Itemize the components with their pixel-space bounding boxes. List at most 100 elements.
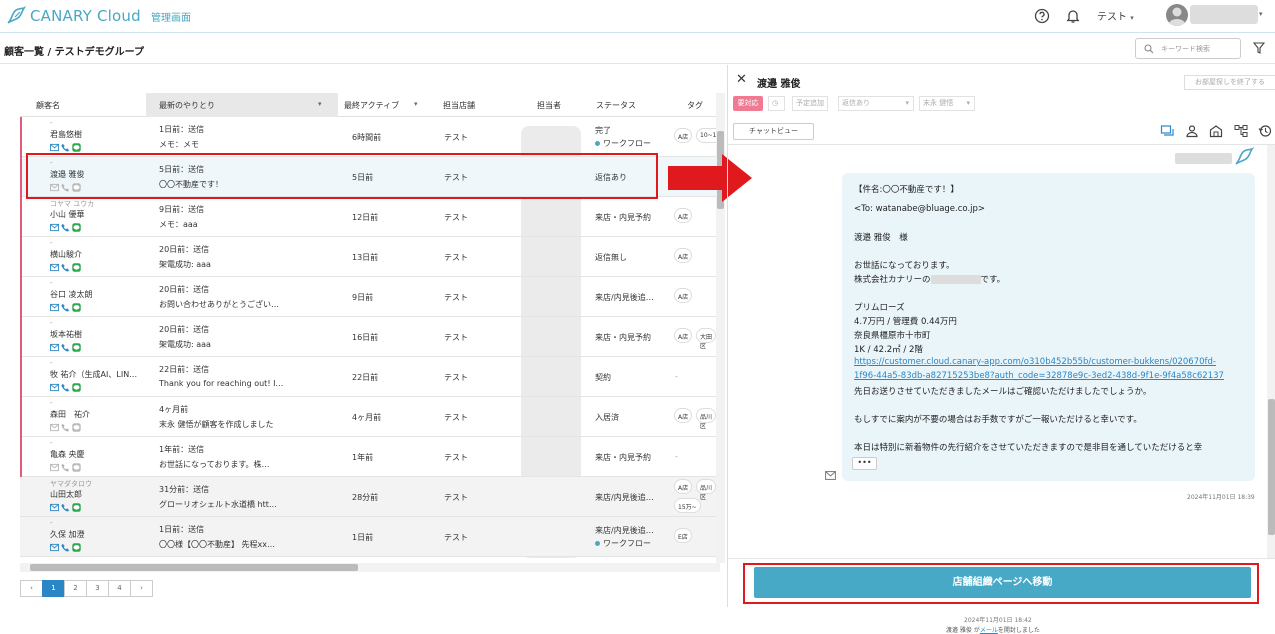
customer-name[interactable]: 久保 加澄: [50, 529, 85, 540]
col-header-latest[interactable]: 最新のやりとり: [159, 100, 215, 111]
customer-name[interactable]: 森田 祐介: [50, 409, 90, 420]
table-row[interactable]: - 久保 加澄 1日前：送信 〇〇様【〇〇不動産】 先程xx… 1日前 テスト 来店/内見…: [20, 517, 716, 557]
col-header-name[interactable]: 顧客名: [36, 100, 60, 111]
page-next-button[interactable]: ›: [130, 580, 153, 597]
col-header-status[interactable]: ステータス: [596, 100, 636, 111]
line-icon[interactable]: [72, 343, 81, 352]
phone-icon[interactable]: [61, 503, 70, 512]
filter-icon[interactable]: [1253, 42, 1265, 54]
sort-desc-icon[interactable]: ▾: [318, 100, 322, 108]
customer-name[interactable]: 亀森 央慶: [50, 449, 85, 460]
line-icon[interactable]: [72, 303, 81, 312]
phone-icon[interactable]: [61, 543, 70, 552]
mail-icon[interactable]: [50, 543, 59, 552]
user-menu[interactable]: テスト ▾: [1097, 8, 1134, 23]
table-row[interactable]: - 横山駿介 20日前：送信 架電成功: aaa 13日前 テスト 返信無し A店: [20, 237, 716, 277]
status-badge[interactable]: 要対応: [733, 96, 763, 111]
mail-icon[interactable]: [50, 223, 59, 232]
timer-button[interactable]: ◷: [768, 96, 785, 111]
mail-icon: [825, 471, 836, 480]
table-row[interactable]: - 君島悠樹 1日前：送信 メモ：メモ 6時間前 テスト 完了 ワークフロー A店 10~12: [20, 117, 725, 157]
mail-icon[interactable]: [50, 343, 59, 352]
table-row[interactable]: コヤマ ユウカ 小山 優華 9日前：送信 メモ：aaa 12日前 テスト 来店・内見予約 A…: [20, 197, 716, 237]
show-more-button[interactable]: •••: [852, 457, 877, 470]
chat-icon[interactable]: [1160, 124, 1174, 138]
table-row[interactable]: ヤマダタロウ 山田太郎 31分前：送信 グローリオシェルト水道橋 htt… 28分前 テ…: [20, 477, 716, 517]
mail-icon[interactable]: [50, 143, 59, 152]
page-prev-button[interactable]: ‹: [20, 580, 43, 597]
scroll-thumb[interactable]: [1268, 399, 1275, 535]
customer-name[interactable]: 坂本祐樹: [50, 329, 82, 340]
table-row[interactable]: - 坂本祐樹 20日前：送信 架電成功: aaa 16日前 テスト 来店・内見予約 A店 大田…: [20, 317, 716, 357]
line-icon[interactable]: [72, 423, 81, 432]
phone-icon[interactable]: [61, 263, 70, 272]
close-icon[interactable]: ✕: [736, 72, 747, 87]
mail-icon[interactable]: [50, 263, 59, 272]
detail-vertical-scrollbar[interactable]: [1267, 145, 1275, 558]
line-icon[interactable]: [72, 463, 81, 472]
col-header-last-active[interactable]: 最終アクティブ: [344, 100, 399, 111]
contact-icons: [50, 383, 81, 392]
assignee-dropdown[interactable]: 末永 健悟 ▾: [919, 96, 975, 111]
phone-icon[interactable]: [61, 383, 70, 392]
table-row[interactable]: - 森田 祐介 4ヶ月前 末永 健悟が顧客を作成しました 4ヶ月前 テスト 入居済 A店 品川…: [20, 397, 716, 437]
table-row[interactable]: - 牧 祐介（生成AI、LIN… 22日前：送信 Thank you for rea…: [20, 357, 716, 397]
phone-icon[interactable]: [61, 223, 70, 232]
admin-label[interactable]: 管理画面: [151, 9, 191, 24]
mail-icon[interactable]: [50, 463, 59, 472]
reply-status-dropdown[interactable]: 返信あり ▾: [838, 96, 914, 111]
table-row[interactable]: - 谷口 凌太朗 20日前：送信 お問い合わせありがとうござい… 9日前 テスト 来店/内…: [20, 277, 716, 317]
mail-icon[interactable]: [50, 383, 59, 392]
page-3-button[interactable]: 3: [86, 580, 109, 597]
table-horizontal-scrollbar[interactable]: [20, 563, 720, 572]
col-header-tags[interactable]: タグ: [687, 100, 703, 111]
phone-icon[interactable]: [61, 303, 70, 312]
customer-name[interactable]: 牧 祐介（生成AI、LIN…: [50, 369, 137, 380]
page-4-button[interactable]: 4: [108, 580, 131, 597]
building-icon[interactable]: [1209, 124, 1223, 138]
add-schedule-button[interactable]: 予定追加: [792, 96, 828, 111]
help-icon[interactable]: [1034, 8, 1050, 24]
col-header-shop[interactable]: 担当店舗: [443, 100, 475, 111]
chat-view-button[interactable]: チャットビュー: [733, 123, 814, 140]
history-icon[interactable]: [1258, 124, 1272, 138]
end-search-button[interactable]: お部屋探しを終了する: [1184, 75, 1275, 90]
mail-link[interactable]: https://customer.cloud.canary-app.com/o3…: [854, 357, 1216, 367]
event-mail-link[interactable]: メール: [980, 627, 998, 634]
person-icon[interactable]: [1185, 124, 1199, 138]
status-value: 来店・内見予約: [595, 333, 651, 342]
mail-link[interactable]: 1f96-44a5-83db-a82715253be8?auth_code=32…: [854, 371, 1224, 381]
phone-icon[interactable]: [61, 143, 70, 152]
avatar[interactable]: [1166, 4, 1188, 26]
workflow-icon[interactable]: [1234, 124, 1248, 138]
account-caret-icon[interactable]: ▾: [1259, 10, 1263, 18]
page-1-button[interactable]: 1: [42, 580, 65, 597]
customer-name[interactable]: 横山駿介: [50, 249, 82, 260]
line-icon[interactable]: [72, 543, 81, 552]
search-icon: [1144, 44, 1154, 54]
line-icon[interactable]: [72, 143, 81, 152]
bell-icon[interactable]: [1065, 8, 1081, 24]
line-icon[interactable]: [72, 503, 81, 512]
customer-name[interactable]: 谷口 凌太朗: [50, 289, 93, 300]
line-icon[interactable]: [72, 263, 81, 272]
table-row[interactable]: - 亀森 央慶 1年前：送信 お世話になっております。株… 1年前 テスト 来店・内見予約…: [20, 437, 716, 477]
phone-icon[interactable]: [61, 463, 70, 472]
customer-name[interactable]: 山田太郎: [50, 489, 82, 500]
col-header-assignee[interactable]: 担当者: [537, 100, 561, 111]
search-input[interactable]: キーワード検索: [1135, 38, 1241, 59]
mail-icon[interactable]: [50, 503, 59, 512]
page-2-button[interactable]: 2: [64, 580, 87, 597]
brand-logo[interactable]: CANARY Cloud: [6, 6, 141, 26]
mail-icon[interactable]: [50, 423, 59, 432]
customer-name[interactable]: 君島悠樹: [50, 129, 82, 140]
line-icon[interactable]: [72, 223, 81, 232]
phone-icon[interactable]: [61, 343, 70, 352]
phone-icon[interactable]: [61, 423, 70, 432]
mail-icon[interactable]: [50, 303, 59, 312]
customer-kana: コヤマ ユウカ: [50, 200, 95, 208]
customer-name[interactable]: 小山 優華: [50, 209, 85, 220]
sort-icon[interactable]: ▾: [414, 100, 418, 108]
line-icon[interactable]: [72, 383, 81, 392]
scroll-thumb[interactable]: [30, 564, 358, 571]
